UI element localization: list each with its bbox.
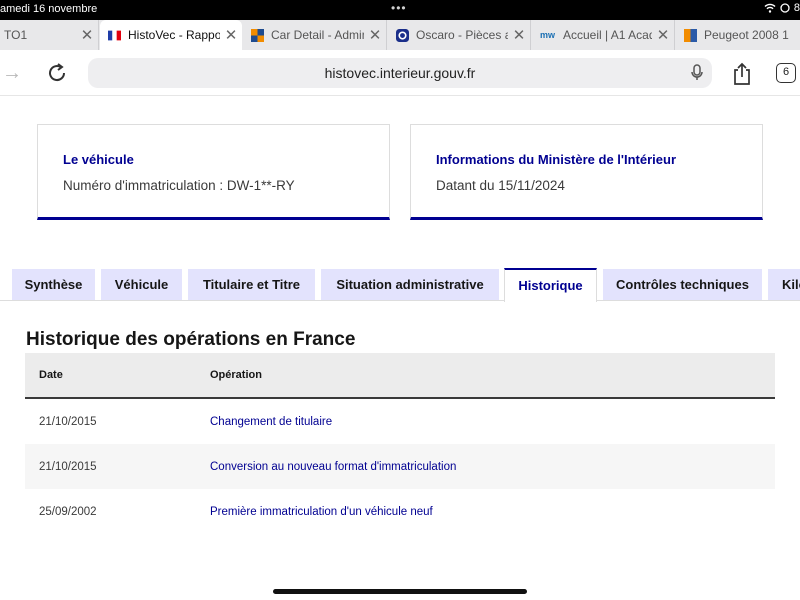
row-date: 25/09/2002 <box>39 506 97 518</box>
tab-vehicule[interactable]: Véhicule <box>101 269 182 300</box>
tab-kilometrage[interactable]: Kilo <box>768 269 800 300</box>
tab-situation-administrative[interactable]: Situation administrative <box>321 269 499 300</box>
row-operation: Conversion au nouveau format d'immatricu… <box>210 461 457 473</box>
table-row: 21/10/2015 Conversion au nouveau format … <box>25 444 775 489</box>
ministry-card: Informations du Ministère de l'Intérieur… <box>410 124 763 220</box>
tab-titulaire-titre[interactable]: Titulaire et Titre <box>188 269 315 300</box>
registration-number: Numéro d'immatriculation : DW-1**-RY <box>63 178 295 193</box>
browser-toolbar: → histovec.interieur.gouv.fr 6 <box>0 50 800 96</box>
orange-blue-block-icon <box>684 28 697 42</box>
table-row: 25/09/2002 Première immatriculation d'un… <box>25 489 775 534</box>
status-bar: amedi 16 novembre ••• 8 <box>0 0 800 20</box>
browser-tab[interactable]: mw Accueil | A1 Academy ✕ <box>532 20 675 50</box>
ministry-card-title: Informations du Ministère de l'Intérieur <box>436 152 677 167</box>
row-operation: Première immatriculation d'un véhicule n… <box>210 506 433 518</box>
history-table: Date Opération 21/10/2015 Changement de … <box>25 353 775 534</box>
tab-title: Accueil | A1 Academy <box>563 28 652 42</box>
tab-title: TO1 <box>4 28 28 42</box>
table-header: Date Opération <box>25 353 775 399</box>
home-indicator[interactable] <box>273 589 527 594</box>
column-header-date: Date <box>39 369 63 381</box>
reload-icon[interactable] <box>45 61 69 85</box>
browser-tab-active[interactable]: HistoVec - Rapport ✕ <box>100 20 242 50</box>
close-icon[interactable]: ✕ <box>652 26 674 44</box>
tab-controles-techniques[interactable]: Contrôles techniques <box>603 269 762 300</box>
orange-blue-squares-icon <box>251 28 264 42</box>
share-icon[interactable] <box>731 62 753 86</box>
battery-percent: 8 <box>793 2 800 14</box>
row-operation: Changement de titulaire <box>210 416 333 428</box>
tab-historique[interactable]: Historique <box>504 268 597 302</box>
multitasking-dots-icon[interactable]: ••• <box>391 1 407 15</box>
status-indicators: 8 <box>764 2 800 14</box>
location-icon <box>780 3 790 13</box>
close-icon[interactable]: ✕ <box>364 26 386 44</box>
wifi-icon <box>764 3 776 13</box>
close-icon[interactable]: ✕ <box>220 26 242 44</box>
vehicle-card: Le véhicule Numéro d'immatriculation : D… <box>37 124 390 220</box>
microphone-icon[interactable] <box>690 64 704 82</box>
forward-arrow-icon[interactable]: → <box>2 62 22 85</box>
section-title: Historique des opérations en France <box>26 329 356 350</box>
browser-tab[interactable]: Oscaro - Pièces auto ✕ <box>388 20 531 50</box>
tab-title: Oscaro - Pièces auto <box>416 28 508 42</box>
tab-title: Car Detail - Admin <box>271 28 364 42</box>
column-header-operation: Opération <box>210 369 262 381</box>
tab-title: HistoVec - Rapport <box>128 28 220 42</box>
report-tabs: Synthèse Véhicule Titulaire et Titre Sit… <box>0 268 800 302</box>
tab-title: Peugeot 2008 1 <box>704 28 789 42</box>
browser-tab[interactable]: Peugeot 2008 1 <box>676 20 800 50</box>
tab-synthese[interactable]: Synthèse <box>12 269 95 300</box>
row-date: 21/10/2015 <box>39 416 97 428</box>
row-date: 21/10/2015 <box>39 461 97 473</box>
browser-tab[interactable]: TO1 ✕ <box>0 20 99 50</box>
report-date: Datant du 15/11/2024 <box>436 178 565 193</box>
browser-tab-strip: TO1 ✕ HistoVec - Rapport ✕ Car Detail - … <box>0 20 800 50</box>
address-bar[interactable]: histovec.interieur.gouv.fr <box>88 58 712 88</box>
status-date: amedi 16 novembre <box>0 3 98 15</box>
close-icon[interactable]: ✕ <box>508 26 530 44</box>
close-icon[interactable]: ✕ <box>76 26 98 44</box>
address-url[interactable]: histovec.interieur.gouv.fr <box>88 65 712 81</box>
browser-tab[interactable]: Car Detail - Admin ✕ <box>243 20 387 50</box>
oscaro-icon <box>396 28 409 42</box>
tabs-overview-button[interactable]: 6 <box>776 63 796 83</box>
table-row: 21/10/2015 Changement de titulaire <box>25 399 775 444</box>
vehicle-card-title: Le véhicule <box>63 152 134 167</box>
mw-icon: mw <box>540 29 556 40</box>
french-flag-icon <box>108 30 121 40</box>
